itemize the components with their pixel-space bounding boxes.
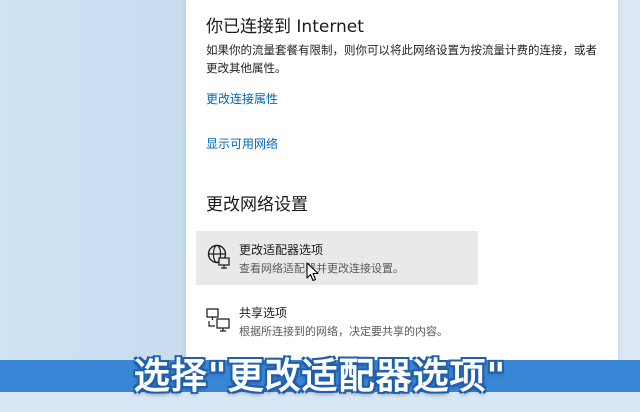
sharing-options-title: 共享选项 (239, 306, 288, 320)
sharing-options-button[interactable]: 共享选项 根据所连接到的网络，决定要共享的内容。 (196, 294, 478, 348)
show-available-networks-link[interactable]: 显示可用网络 (206, 135, 278, 152)
change-connection-properties-link[interactable]: 更改连接属性 (206, 90, 278, 107)
change-network-settings-heading: 更改网络设置 (206, 195, 308, 215)
desktop-edge (618, 0, 640, 412)
connection-status-heading: 你已连接到 Internet (206, 17, 364, 37)
video-subtitle: 选择"更改适配器选项" (133, 356, 507, 397)
sharing-options-description: 根据所连接到的网络，决定要共享的内容。 (239, 325, 448, 338)
change-adapter-options-button[interactable]: 更改适配器选项 查看网络适配器并更改连接设置。 (196, 231, 478, 285)
connection-status-description: 如果你的流量套餐有限制，则你可以将此网络设置为按流量计费的连接，或者更改其他属性… (206, 43, 597, 75)
change-adapter-options-title: 更改适配器选项 (239, 243, 324, 257)
mouse-pointer-icon (306, 262, 319, 282)
network-adapter-icon (207, 244, 230, 269)
change-adapter-options-description: 查看网络适配器并更改连接设置。 (239, 262, 404, 275)
sharing-icon (206, 308, 230, 332)
network-status-panel: 你已连接到 Internet 如果你的流量套餐有限制，则你可以将此网络设置为按流… (186, 0, 618, 412)
